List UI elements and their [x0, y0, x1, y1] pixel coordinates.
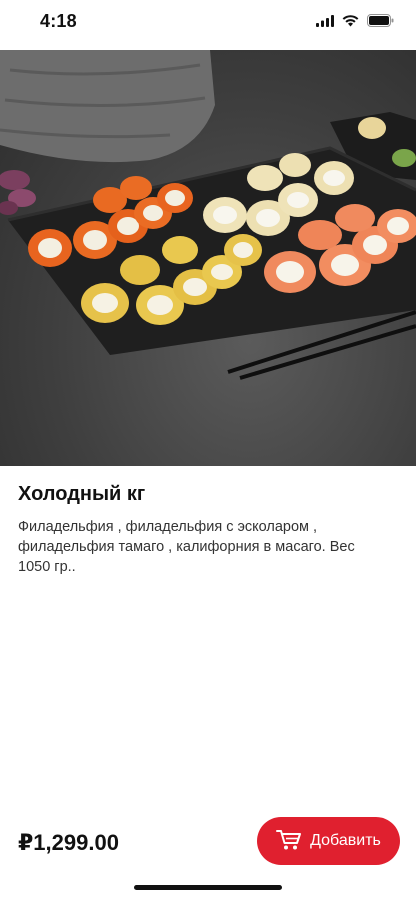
home-indicator[interactable]	[134, 885, 282, 890]
sushi-platter-illustration	[0, 50, 416, 380]
add-to-cart-button[interactable]: Добавить	[257, 817, 400, 865]
status-bar: 4:18	[0, 0, 416, 50]
product-description: Филадельфия , филадельфия с эсколаром , …	[18, 519, 355, 575]
battery-icon	[367, 14, 394, 32]
signal-icon	[316, 14, 334, 32]
add-button-label: Добавить	[310, 832, 381, 849]
status-icons	[316, 14, 394, 32]
product-price: ₽1,299.00	[18, 830, 119, 855]
wifi-icon	[342, 14, 359, 32]
orchid-decoration	[0, 170, 36, 215]
cart-icon	[276, 829, 302, 854]
product-title: Холодный кг	[18, 483, 146, 505]
status-time: 4:18	[40, 11, 77, 31]
product-image	[0, 50, 416, 466]
